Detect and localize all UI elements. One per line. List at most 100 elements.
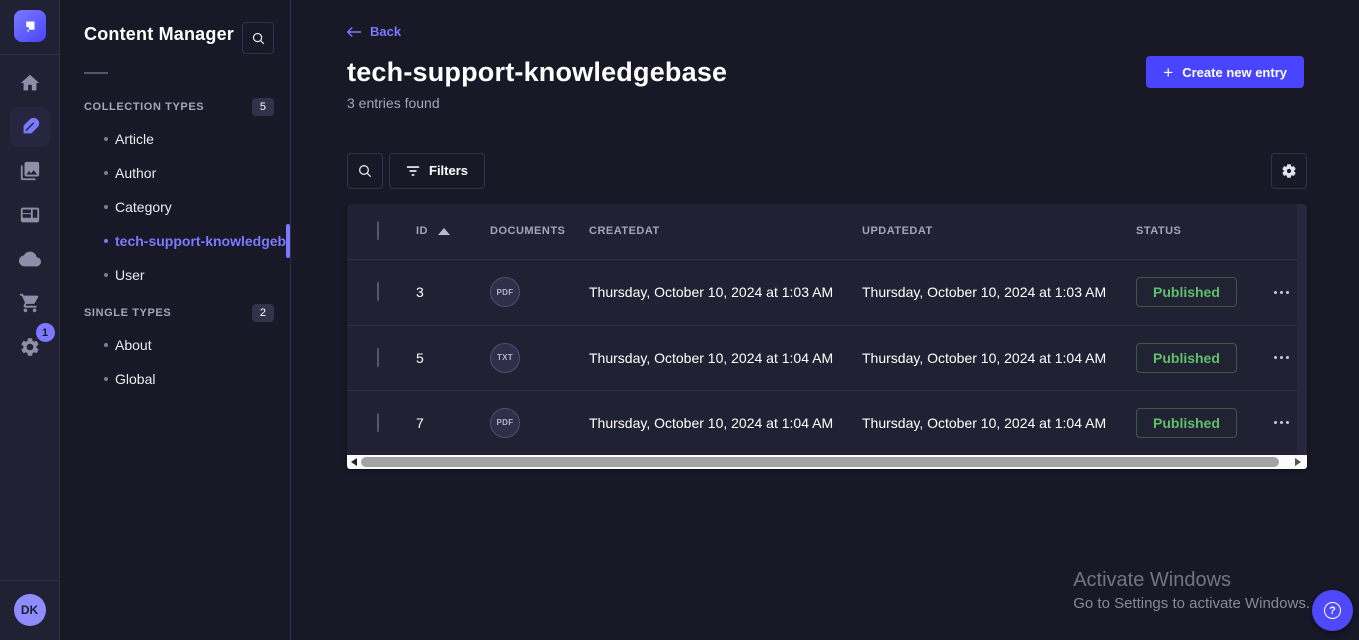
sidebar-item-single-type[interactable]: Global [60, 362, 290, 396]
single-types-label: SINGLE TYPES [84, 307, 171, 319]
sidebar-item-label: User [115, 267, 145, 283]
filters-label: Filters [429, 163, 468, 178]
column-header-status[interactable]: STATUS [1136, 225, 1262, 237]
cell-createdat: Thursday, October 10, 2024 at 1:04 AM [589, 350, 862, 366]
table-header-row: ID DOCUMENTS CREATEDAT UPDATEDAT STATUS [347, 204, 1307, 260]
activate-windows-watermark: Activate Windows Go to Settings to activ… [1073, 569, 1310, 612]
watermark-line2: Go to Settings to activate Windows. [1073, 595, 1310, 612]
status-badge: Published [1136, 343, 1237, 373]
select-all-checkbox[interactable] [377, 221, 379, 240]
table-search-button[interactable] [347, 153, 383, 189]
cell-id: 3 [416, 284, 490, 300]
column-header-updatedat[interactable]: UPDATEDAT [862, 225, 1136, 237]
settings-nav-button[interactable]: 1 [10, 327, 50, 367]
sidebar-item-collection-type[interactable]: Category [60, 190, 290, 224]
strapi-logo-icon [21, 17, 39, 35]
filter-icon [406, 165, 420, 177]
cell-updatedat: Thursday, October 10, 2024 at 1:04 AM [862, 350, 1136, 366]
cloud-icon [19, 248, 41, 270]
cell-createdat: Thursday, October 10, 2024 at 1:04 AM [589, 415, 862, 431]
document-type-badge: TXT [490, 343, 520, 373]
cell-updatedat: Thursday, October 10, 2024 at 1:04 AM [862, 415, 1136, 431]
scroll-left-arrow-icon[interactable] [347, 458, 361, 466]
collection-types-list: Article Author Category tech-support-kno… [60, 122, 290, 292]
sidebar-title: Content Manager [84, 24, 234, 45]
view-settings-button[interactable] [1271, 153, 1307, 189]
single-types-count: 2 [252, 304, 274, 322]
question-mark-icon: ? [1324, 602, 1341, 619]
content-type-builder-nav-button[interactable] [10, 195, 50, 235]
list-toolbar: Filters [347, 153, 1307, 189]
marketplace-nav-button[interactable] [10, 283, 50, 323]
sidebar-item-collection-type[interactable]: Author [60, 156, 290, 190]
sidebar-item-label: Article [115, 131, 154, 147]
column-header-documents[interactable]: DOCUMENTS [490, 225, 589, 237]
back-link[interactable]: Back [347, 24, 401, 39]
filters-button[interactable]: Filters [389, 153, 485, 189]
plus-icon: + [1163, 64, 1173, 81]
strapi-logo[interactable] [14, 10, 46, 42]
sidebar-item-label: About [115, 337, 152, 353]
sidebar-item-collection-type[interactable]: User [60, 258, 290, 292]
divider [84, 72, 108, 74]
collection-types-label: COLLECTION TYPES [84, 101, 204, 113]
sidebar-item-label: Category [115, 199, 172, 215]
back-label: Back [370, 24, 401, 39]
search-icon [357, 163, 373, 179]
content-manager-nav-button[interactable] [10, 107, 50, 147]
row-checkbox[interactable] [377, 348, 379, 367]
cell-id: 7 [416, 415, 490, 431]
status-badge: Published [1136, 408, 1237, 438]
layout-icon [19, 204, 41, 226]
scroll-right-arrow-icon[interactable] [1291, 458, 1305, 466]
gear-icon [1281, 163, 1297, 179]
main-content: Back tech-support-knowledgebase 3 entrie… [291, 0, 1359, 640]
help-button[interactable]: ? [1312, 590, 1353, 631]
sidebar-item-single-type[interactable]: About [60, 328, 290, 362]
cell-createdat: Thursday, October 10, 2024 at 1:03 AM [589, 284, 862, 300]
watermark-line1: Activate Windows [1073, 569, 1310, 592]
horizontal-scrollbar[interactable] [347, 455, 1307, 469]
search-icon [251, 31, 266, 46]
scrollbar-thumb[interactable] [361, 457, 1279, 467]
table-row[interactable]: 3 PDF Thursday, October 10, 2024 at 1:03… [347, 260, 1307, 325]
row-checkbox[interactable] [377, 282, 379, 301]
main-nav-rail: 1 DK [0, 0, 60, 640]
cloud-nav-button[interactable] [10, 239, 50, 279]
sidebar-item-collection-type[interactable]: Article [60, 122, 290, 156]
home-icon [19, 72, 41, 94]
shopping-cart-icon [19, 292, 41, 314]
sidebar-item-label: Global [115, 371, 155, 387]
cell-id: 5 [416, 350, 490, 366]
gear-icon [19, 336, 41, 358]
document-type-badge: PDF [490, 277, 520, 307]
media-library-icon [19, 160, 41, 182]
status-badge: Published [1136, 277, 1237, 307]
create-button-label: Create new entry [1182, 65, 1287, 80]
column-header-createdat[interactable]: CREATEDAT [589, 225, 862, 237]
cell-updatedat: Thursday, October 10, 2024 at 1:03 AM [862, 284, 1136, 300]
create-new-entry-button[interactable]: + Create new entry [1146, 56, 1304, 88]
table-row[interactable]: 5 TXT Thursday, October 10, 2024 at 1:04… [347, 325, 1307, 390]
sidebar-item-collection-type[interactable]: tech-support-knowledgeba... [60, 224, 290, 258]
vertical-scroll-strip[interactable] [1297, 204, 1307, 455]
media-library-nav-button[interactable] [10, 151, 50, 191]
logo-section [0, 0, 59, 55]
table-body: 3 PDF Thursday, October 10, 2024 at 1:03… [347, 260, 1307, 455]
notification-badge: 1 [36, 323, 55, 342]
home-nav-button[interactable] [10, 63, 50, 103]
entries-table: ID DOCUMENTS CREATEDAT UPDATEDAT STATUS … [347, 204, 1307, 469]
feather-icon [19, 116, 41, 138]
sidebar-item-label: tech-support-knowledgeba... [115, 233, 290, 249]
document-type-badge: PDF [490, 408, 520, 438]
sort-asc-icon [438, 228, 450, 235]
content-manager-sidebar: Content Manager COLLECTION TYPES 5 Artic… [60, 0, 291, 640]
table-row[interactable]: 7 PDF Thursday, October 10, 2024 at 1:04… [347, 390, 1307, 455]
single-types-list: About Global [60, 328, 290, 396]
user-avatar[interactable]: DK [14, 594, 46, 626]
row-checkbox[interactable] [377, 413, 379, 432]
sidebar-item-label: Author [115, 165, 156, 181]
column-header-id[interactable]: ID [416, 225, 490, 237]
entries-count: 3 entries found [347, 95, 1307, 111]
sidebar-search-button[interactable] [242, 22, 274, 54]
